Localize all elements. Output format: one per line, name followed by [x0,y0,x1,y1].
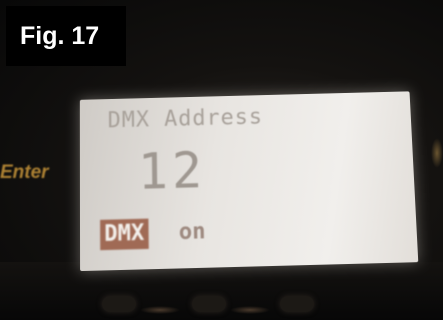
dmx-mode-badge: DMX [100,219,148,251]
housing-reflection [140,306,180,314]
housing-knob [192,296,226,312]
housing-knob [280,296,314,312]
housing-knob [102,296,136,312]
housing-reflection [230,306,270,314]
dmx-address-value: 12 [138,142,207,201]
lcd-title: DMX Address [108,105,264,133]
dmx-state-text: on [179,217,206,248]
side-button-glow [431,138,443,168]
figure-label: Fig. 17 [6,6,126,66]
device-housing [0,262,443,320]
enter-button-label: Enter [0,162,49,184]
lcd-display: DMX Address 12 DMX on [80,91,418,271]
